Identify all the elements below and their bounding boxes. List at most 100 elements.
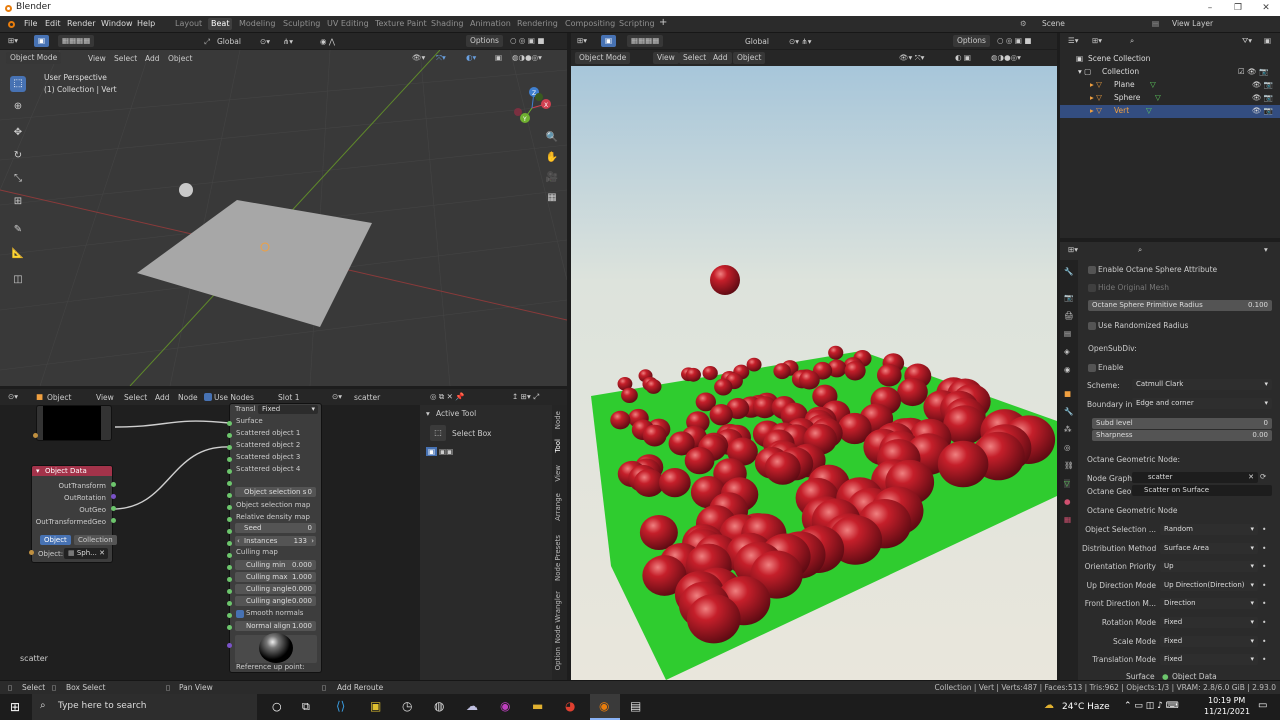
render-editor-type-icon[interactable]: ⊞▾ <box>577 36 587 45</box>
annotate-tool-icon[interactable]: ✎ <box>10 222 26 238</box>
scene-selector[interactable]: Scene <box>1042 19 1065 28</box>
sidebar-tab-node-presets[interactable]: Node Presets <box>554 535 562 581</box>
task-view-icon[interactable]: ⧉ <box>302 700 310 714</box>
row-keyframe-dot-icon[interactable]: • <box>1262 637 1266 646</box>
taskbar-blender-active[interactable]: ◉ <box>590 694 620 720</box>
instances-field[interactable]: ‹ Instances 133 › <box>235 536 316 546</box>
node-editor-canvas[interactable]: ▾ Object Data OutTransform OutRotation O… <box>0 403 420 680</box>
use-random-radius-checkbox[interactable] <box>1088 322 1096 330</box>
modifier-tab-icon[interactable]: 🔧 <box>1064 407 1073 416</box>
node-tree-type-dropdown[interactable]: Object <box>47 393 71 402</box>
tab-animation[interactable]: Animation <box>470 19 511 28</box>
scatter-input-socket[interactable] <box>227 457 232 462</box>
clear-x-icon[interactable]: ✕ <box>99 548 105 559</box>
sphere-visibility-icons[interactable]: 👁 📷 <box>1252 93 1273 102</box>
physics-tab-icon[interactable]: ◎ <box>1064 443 1071 452</box>
vscode-icon[interactable]: ⟨⟩ <box>336 699 345 713</box>
scatter-input-socket[interactable] <box>227 541 232 546</box>
viewport-menu-view[interactable]: View <box>88 54 106 63</box>
properties-search-icon[interactable]: ⌕ <box>1138 245 1142 255</box>
row-keyframe-dot-icon[interactable]: • <box>1262 544 1266 553</box>
outliner-display-mode-icon[interactable]: ⊞▾ <box>1092 36 1102 45</box>
row-keyframe-dot-icon[interactable]: • <box>1262 562 1266 571</box>
subd-level-field[interactable]: Subd level 0 <box>1092 418 1272 429</box>
render-shading-mode-icons[interactable]: ◍◑●◎▾ <box>991 53 1021 62</box>
node-menu-view[interactable]: View <box>96 393 114 402</box>
node-tree-browse-icon[interactable]: ⊙▾ <box>332 392 342 401</box>
sidebar-tab-node[interactable]: Node <box>554 411 562 429</box>
options-dropdown[interactable]: Options <box>466 35 503 47</box>
scene-tab-icon[interactable]: ◈ <box>1064 347 1070 356</box>
pan-view-icon[interactable]: ✋ <box>544 150 560 166</box>
close-button[interactable]: ✕ <box>1252 0 1280 16</box>
editor-type-icon[interactable]: ⊞▾ <box>8 36 18 45</box>
zoom-view-icon[interactable]: 🔍 <box>544 130 560 146</box>
outliner-scene-collection[interactable]: Scene Collection <box>1088 54 1150 63</box>
measure-tool-icon[interactable]: 📐 <box>10 246 26 262</box>
object-field[interactable]: ▦ Sph... ✕ <box>64 548 108 559</box>
render-select-mode-icons[interactable]: ▦▦▦▦ <box>627 35 664 47</box>
render-menu-view[interactable]: View <box>653 52 679 64</box>
node-tree-name-field[interactable]: scatter <box>354 393 380 402</box>
octane-geo-field[interactable]: Scatter on Surface <box>1132 485 1272 496</box>
select-box-icon[interactable]: ▣ <box>34 35 50 47</box>
shading-mode-icons[interactable]: ◍◑●◎▾ <box>512 53 542 62</box>
sphere-object[interactable] <box>179 183 193 197</box>
obj-selection-field[interactable]: Object selection s0 <box>235 487 316 497</box>
node-tree-actions-icons[interactable]: ◎ ⧉ ✕ 📌 <box>430 392 465 402</box>
outliner-collection[interactable]: Collection <box>1102 67 1139 76</box>
app-yellow-icon[interactable]: ▣ <box>370 699 381 713</box>
node-editor-extra-icons[interactable]: ↥ ⊞▾ ⤢ <box>512 392 539 402</box>
menu-help[interactable]: Help <box>137 19 155 28</box>
node-menu-select[interactable]: Select <box>124 393 147 402</box>
data-tab-icon[interactable]: ▽ <box>1064 479 1070 488</box>
notifications-icon[interactable]: ▭ <box>1258 700 1267 711</box>
navigation-gizmo[interactable]: X Y Z <box>508 84 556 132</box>
outliner-filter-icon[interactable]: ⛛▾ <box>1242 36 1252 46</box>
row-keyframe-dot-icon[interactable]: • <box>1262 525 1266 534</box>
node-menu-node[interactable]: Node <box>178 393 198 402</box>
sphere-radius-field[interactable]: Octane Sphere Primitive Radius 0.100 <box>1088 300 1272 311</box>
geo-row-dropdown[interactable]: Fixed ▾ <box>1160 635 1258 647</box>
chrome-icon[interactable]: ◕ <box>565 699 575 713</box>
scatter-input-socket[interactable] <box>227 577 232 582</box>
app-purple-icon[interactable]: ◉ <box>500 699 510 713</box>
menu-file[interactable]: File <box>24 19 37 28</box>
sidebar-tab-arrange[interactable]: Arrange <box>554 493 562 521</box>
out-transform-socket[interactable] <box>111 482 116 487</box>
tab-layout[interactable]: Layout <box>175 19 202 28</box>
outliner-search-icon[interactable]: ⌕ <box>1130 36 1134 46</box>
transl-dropdown[interactable]: Fixed ▾ <box>258 405 318 414</box>
scheme-dropdown[interactable]: Catmull Clark ▾ <box>1132 379 1272 390</box>
slot-dropdown[interactable]: Slot 1 <box>278 393 300 402</box>
plane-visibility-icons[interactable]: 👁 📷 <box>1252 80 1273 89</box>
node-graph-field[interactable]: scatter ✕ <box>1132 472 1258 483</box>
texture-tab-icon[interactable]: ▦ <box>1064 515 1071 524</box>
node-editor-type-icon[interactable]: ⊙▾ <box>8 392 18 401</box>
output-tab-icon[interactable]: 🖨 <box>1064 311 1074 320</box>
app-window-icon[interactable]: ▤ <box>630 699 641 713</box>
camera-view-icon[interactable]: 🎥 <box>544 170 560 186</box>
row-keyframe-dot-icon[interactable]: • <box>1262 618 1266 627</box>
select-set-icon[interactable]: ▣ <box>426 447 438 456</box>
collection-expand-icon[interactable]: ▾ ▢ <box>1078 67 1091 76</box>
scatter-on-surface-node[interactable]: Transl Fixed ▾ Surface Scattered object 1 S… <box>229 403 322 673</box>
minimize-button[interactable]: – <box>1196 0 1224 16</box>
tab-shading[interactable]: Shading <box>431 19 464 28</box>
move-tool-icon[interactable]: ✥ <box>10 125 26 141</box>
tab-beat[interactable]: Beat <box>208 18 233 30</box>
geo-row-dropdown[interactable]: Surface Area ▾ <box>1160 542 1258 554</box>
normal-align-field[interactable]: Normal align 1.000 <box>235 621 316 631</box>
cortana-icon[interactable]: ○ <box>272 700 282 713</box>
transform-tool-icon[interactable]: ⊞ <box>10 194 26 210</box>
scatter-input-socket[interactable] <box>227 613 232 618</box>
culling-angle-field-2[interactable]: Culling angle 0.000 <box>235 596 316 606</box>
increment-arrow-icon[interactable]: › <box>311 536 314 546</box>
system-tray-icons[interactable]: ⌃ ▭ ◫ ♪ ⌨ <box>1124 701 1179 711</box>
properties-options-icon[interactable]: ▾ <box>1264 245 1268 254</box>
add-workspace-button[interactable]: + <box>659 17 667 28</box>
object-tab-icon[interactable]: ■ <box>1064 389 1071 398</box>
row-keyframe-dot-icon[interactable]: • <box>1262 655 1266 664</box>
view-layer-selector[interactable]: View Layer <box>1172 19 1213 28</box>
gizmo-icon[interactable]: ⤧▾ <box>436 53 446 63</box>
